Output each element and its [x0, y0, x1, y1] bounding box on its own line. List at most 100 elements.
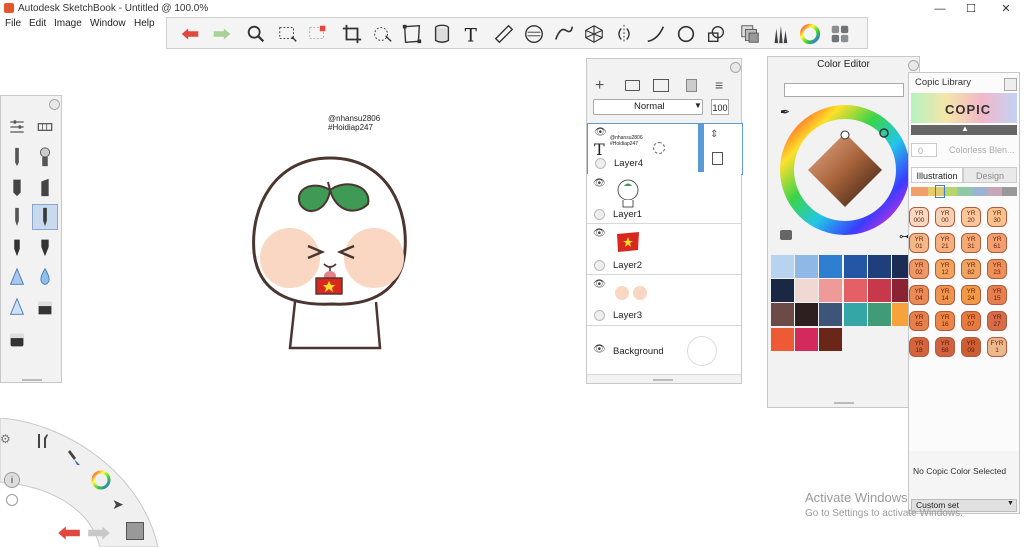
eye-icon[interactable]: 👁 — [593, 178, 606, 189]
add-layer-icon[interactable]: + — [595, 77, 604, 95]
copic-color-chip[interactable]: YR 18 — [909, 337, 929, 357]
color-editor-close-button[interactable] — [908, 60, 919, 71]
menu-help[interactable]: Help — [134, 18, 155, 29]
transform-icon[interactable] — [369, 21, 395, 47]
marker-brush-icon[interactable] — [4, 174, 30, 200]
color-swatch[interactable] — [819, 327, 843, 351]
layer-lock-icon[interactable] — [594, 260, 605, 271]
menu-edit[interactable]: Edit — [29, 18, 46, 29]
copic-color-chip[interactable]: YR 20 — [961, 207, 981, 227]
color-swatch[interactable] — [771, 255, 794, 278]
copic-color-chip[interactable]: YR 21 — [935, 233, 955, 253]
ruler-icon[interactable] — [491, 21, 517, 47]
layer-row-layer2[interactable]: 👁 Layer2 — [587, 224, 741, 275]
color-puck-icon[interactable] — [91, 470, 111, 490]
copic-color-chip[interactable]: YR 07 — [961, 311, 981, 331]
color-swatch[interactable] — [819, 279, 843, 303]
eye-icon[interactable]: 👁 — [594, 127, 607, 138]
color-wheel[interactable] — [778, 103, 912, 237]
settings-icon[interactable]: ⚙ — [0, 432, 11, 446]
water-brush-icon[interactable] — [32, 264, 58, 290]
copic-color-chip[interactable]: YR 02 — [909, 259, 929, 279]
color-swatch[interactable] — [771, 327, 794, 351]
color-swatch[interactable] — [795, 255, 819, 278]
ballpoint-pen-icon[interactable] — [4, 204, 30, 230]
brush-size-puck-icon[interactable]: i — [4, 472, 20, 488]
brush-tool-icon[interactable] — [66, 448, 84, 466]
brush-properties-icon[interactable] — [4, 114, 30, 140]
copic-color-chip[interactable]: YR 23 — [987, 259, 1007, 279]
copic-collapse-bar[interactable]: ▲ — [911, 124, 1017, 135]
eraser-icon[interactable] — [32, 294, 58, 320]
tab-design[interactable]: Design — [963, 167, 1017, 183]
ellipse-guide-icon[interactable] — [521, 21, 547, 47]
fountain-pen-icon[interactable] — [32, 234, 58, 260]
layer-row-layer4[interactable]: 👁 T @nhansu2806 #Hoidiap247 Layer4 ⇕ — [587, 123, 743, 175]
crop-icon[interactable] — [339, 21, 365, 47]
lagoon-redo-icon[interactable] — [86, 524, 112, 542]
french-curve-icon[interactable] — [551, 21, 577, 47]
copic-color-chip[interactable]: YR 000 — [909, 207, 929, 227]
copic-color-chip[interactable]: YR 04 — [909, 285, 929, 305]
close-button[interactable]: ✕ — [990, 0, 1022, 18]
layer-menu-icon[interactable]: ≡ — [715, 77, 723, 93]
layer-opacity-field[interactable]: 100 — [711, 99, 729, 115]
copic-number-field[interactable]: 0 — [911, 143, 937, 157]
chisel-brush-icon[interactable] — [32, 174, 58, 200]
copic-color-chip[interactable]: YR 14 — [935, 285, 955, 305]
lagoon-undo-icon[interactable] — [56, 524, 82, 542]
redo-icon[interactable] — [209, 21, 235, 47]
copic-color-chip[interactable]: YR 15 — [987, 285, 1007, 305]
copic-color-chip[interactable]: YR 27 — [987, 311, 1007, 331]
toolbox-icon[interactable] — [35, 432, 51, 450]
layer-editor-icon[interactable] — [737, 21, 763, 47]
copic-color-chip[interactable]: YR 24 — [961, 285, 981, 305]
color-swatch[interactable] — [867, 255, 891, 278]
perspective-icon[interactable] — [581, 21, 607, 47]
color-swatch[interactable] — [771, 279, 794, 303]
layer-row-background[interactable]: 👁 Background — [587, 326, 741, 375]
fill-icon[interactable] — [429, 21, 455, 47]
menu-image[interactable]: Image — [54, 18, 82, 29]
copic-library-icon[interactable] — [827, 21, 853, 47]
layer-lock-icon[interactable] — [594, 209, 605, 220]
airbrush-icon[interactable] — [32, 144, 58, 170]
color-swatch[interactable] — [819, 303, 843, 327]
color-swatch[interactable] — [771, 303, 794, 327]
copic-color-chip[interactable]: YR 16 — [935, 311, 955, 331]
color-swatch[interactable] — [795, 303, 819, 327]
color-swatch[interactable] — [819, 255, 843, 278]
copic-color-chip[interactable]: YR 09 — [961, 337, 981, 357]
copic-color-chip[interactable]: YR 30 — [987, 207, 1007, 227]
ellipse-icon[interactable] — [673, 21, 699, 47]
symmetry-icon[interactable] — [611, 21, 637, 47]
distort-icon[interactable] — [399, 21, 425, 47]
maximize-button[interactable]: ☐ — [955, 0, 987, 18]
tab-illustration[interactable]: Illustration — [911, 167, 963, 183]
hex-input[interactable] — [784, 83, 904, 97]
zoom-icon[interactable] — [243, 21, 269, 47]
text-icon[interactable]: T — [459, 21, 485, 47]
menu-file[interactable]: File — [5, 18, 21, 29]
copic-color-chip[interactable]: YR 00 — [935, 207, 955, 227]
color-swatch[interactable] — [843, 303, 867, 327]
eye-icon[interactable]: 👁 — [593, 228, 606, 239]
color-editor-grip[interactable] — [834, 402, 854, 404]
drawing-canvas[interactable]: @nhansu2806 #Hoidiap247 — [180, 90, 580, 410]
color-wheel-icon[interactable] — [797, 21, 823, 47]
hard-eraser-icon[interactable] — [4, 326, 30, 352]
layer-clear-icon[interactable] — [686, 79, 697, 92]
palette-close-button[interactable] — [49, 99, 60, 110]
palette-grip[interactable] — [22, 379, 42, 381]
layer-row-layer3[interactable]: 👁 Layer3 — [587, 275, 741, 326]
layer-panel-grip[interactable] — [653, 379, 673, 381]
paint-brush-icon[interactable] — [4, 264, 30, 290]
layer-row-layer1[interactable]: 👁 Layer1 — [587, 174, 741, 224]
pencil-brush-icon[interactable] — [4, 144, 30, 170]
color-history-icon[interactable] — [780, 230, 792, 240]
layer-lock-icon[interactable] — [594, 310, 605, 321]
opacity-puck-icon[interactable] — [6, 494, 18, 506]
blend-mode-select[interactable]: Normal ▼ — [593, 99, 703, 115]
layer-panel-close-button[interactable] — [730, 62, 741, 73]
copic-color-chip[interactable]: YR 12 — [935, 259, 955, 279]
